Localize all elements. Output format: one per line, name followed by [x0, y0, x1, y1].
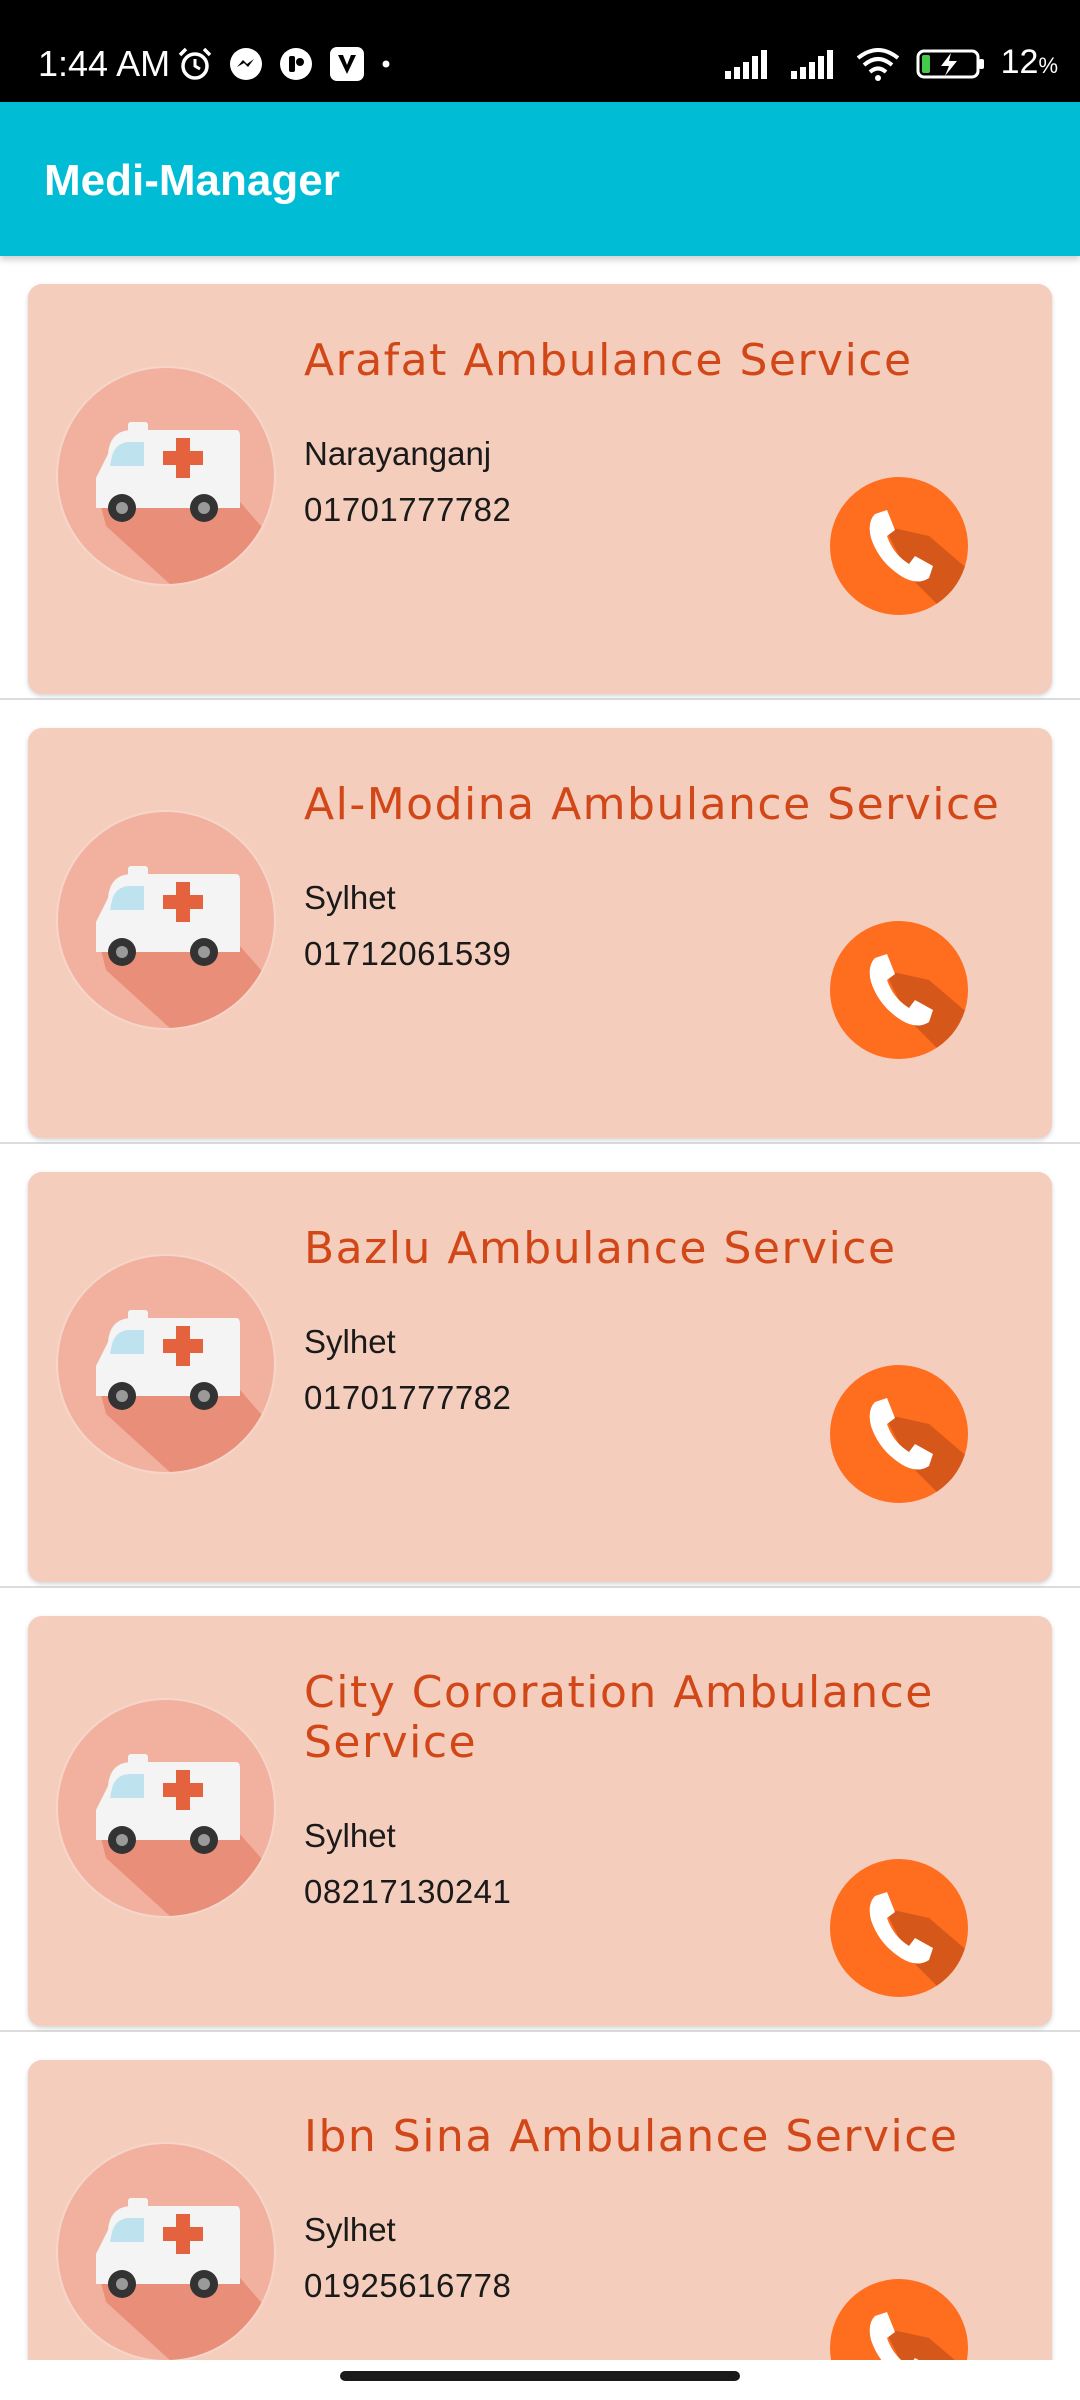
call-button[interactable]	[829, 476, 969, 616]
phone-icon	[830, 477, 968, 615]
signal-icon	[790, 50, 833, 79]
service-city: Sylhet	[304, 2211, 396, 2248]
service-city: Sylhet	[304, 1323, 396, 1360]
viber-icon	[330, 47, 364, 81]
service-name: City Cororation Ambulance Service	[304, 1667, 934, 1768]
service-card[interactable]: Bazlu Ambulance Service Sylhet 017017777…	[28, 1172, 1052, 1582]
home-indicator[interactable]	[340, 2371, 740, 2381]
list-item[interactable]: Arafat Ambulance Service Narayanganj 017…	[0, 256, 1080, 700]
list-item[interactable]: Bazlu Ambulance Service Sylhet 017017777…	[0, 1144, 1080, 1588]
service-city: Sylhet	[304, 1817, 396, 1854]
call-button[interactable]	[829, 1858, 969, 1998]
service-card[interactable]: City Cororation Ambulance Service Sylhet…	[28, 1616, 1052, 2026]
ambulance-icon	[56, 1254, 276, 1474]
service-city: Sylhet	[304, 879, 396, 916]
service-city: Narayanganj	[304, 435, 492, 472]
service-name: Al-Modina Ambulance Service	[304, 779, 1001, 830]
wifi-icon	[856, 48, 899, 81]
battery-percent: 12%	[1000, 43, 1058, 81]
phone-icon	[830, 1859, 968, 1997]
service-name: Ibn Sina Ambulance Service	[304, 2111, 959, 2162]
call-button[interactable]	[829, 1364, 969, 1504]
phone-icon	[830, 1365, 968, 1503]
service-phone: 01701777782	[304, 1379, 512, 1416]
status-time: 1:44 AM	[38, 43, 171, 84]
service-phone: 01712061539	[304, 935, 512, 972]
service-phone: 08217130241	[304, 1873, 512, 1910]
ambulance-icon	[56, 1698, 276, 1918]
call-button[interactable]	[829, 2278, 969, 2360]
service-card[interactable]: Ibn Sina Ambulance Service Sylhet 019256…	[28, 2060, 1052, 2360]
list-item[interactable]: Ibn Sina Ambulance Service Sylhet 019256…	[0, 2032, 1080, 2360]
service-card[interactable]: Arafat Ambulance Service Narayanganj 017…	[28, 284, 1052, 694]
list-item[interactable]: Al-Modina Ambulance Service Sylhet 01712…	[0, 700, 1080, 1144]
signal-icon	[724, 50, 767, 79]
ambulance-icon	[56, 2142, 276, 2360]
status-bar: 1:44 AM 12%	[0, 0, 1080, 102]
battery-charging-icon	[916, 49, 984, 79]
service-phone: 01925616778	[304, 2267, 512, 2304]
phone-icon	[830, 921, 968, 1059]
service-card[interactable]: Al-Modina Ambulance Service Sylhet 01712…	[28, 728, 1052, 1138]
app-title: Medi-Manager	[44, 156, 340, 205]
service-name: Arafat Ambulance Service	[304, 335, 913, 386]
list-item[interactable]: City Cororation Ambulance Service Sylhet…	[0, 1588, 1080, 2032]
phone-icon	[830, 2279, 968, 2360]
ambulance-icon	[56, 810, 276, 1030]
service-name: Bazlu Ambulance Service	[304, 1223, 897, 1274]
app-bar: Medi-Manager	[0, 102, 1080, 256]
service-phone: 01701777782	[304, 491, 512, 528]
messenger-icon	[230, 48, 262, 80]
ambulance-service-list[interactable]: Arafat Ambulance Service Narayanganj 017…	[0, 256, 1080, 2360]
ambulance-icon	[56, 366, 276, 586]
dot-icon	[382, 60, 390, 68]
notification-app-icon	[280, 48, 312, 80]
alarm-icon	[178, 47, 212, 80]
call-button[interactable]	[829, 920, 969, 1060]
